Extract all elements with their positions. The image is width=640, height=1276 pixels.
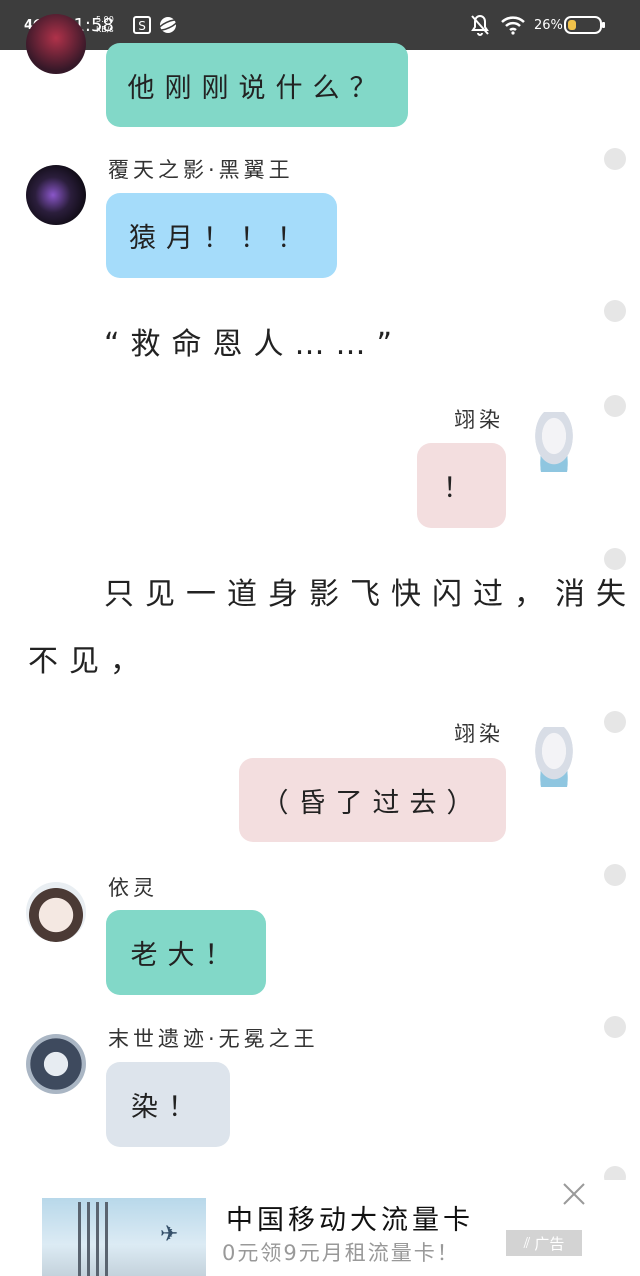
message-bubble[interactable]: （昏了过去） (239, 758, 506, 842)
select-dot[interactable] (604, 300, 626, 322)
battery-icon (564, 0, 605, 50)
message-bubble[interactable]: 猿月！！！ (106, 193, 337, 278)
avatar[interactable] (26, 1034, 86, 1094)
network-speed-value: 5.90 (96, 15, 114, 24)
ad-banner[interactable]: ✈ 中国移动大流量卡 0元领9元月租流量卡！ ⫽ 广告 (0, 1180, 640, 1276)
narration-text: “救命恩人……” (104, 327, 404, 362)
airplane-icon: ✈ (160, 1222, 179, 1247)
sender-name: 末世遗迹·无冕之王 (108, 1027, 319, 1051)
bell-off-icon (470, 0, 490, 50)
avatar[interactable] (26, 14, 86, 74)
select-dot[interactable] (604, 711, 626, 733)
close-icon[interactable] (560, 1180, 588, 1214)
ad-badge-logo-icon: ⫽ (523, 1234, 531, 1252)
sender-name: 覆天之影·黑翼王 (108, 158, 294, 182)
ad-title[interactable]: 中国移动大流量卡 (226, 1198, 474, 1237)
ad-badge-label: 广告 (534, 1234, 565, 1253)
sender-name: 翊染 (454, 722, 504, 746)
message-bubble[interactable]: 他刚刚说什么？ (106, 43, 408, 127)
select-dot[interactable] (604, 864, 626, 886)
svg-text:S: S (138, 19, 146, 33)
tower-graphic (78, 1202, 110, 1276)
select-dot[interactable] (604, 548, 626, 570)
ad-image[interactable]: ✈ (42, 1198, 206, 1276)
avatar[interactable] (530, 412, 578, 472)
message-bubble[interactable]: ！ (417, 443, 506, 528)
narration-text: 不见， (28, 644, 151, 679)
avatar[interactable] (26, 165, 86, 225)
sender-name: 依灵 (108, 876, 158, 900)
avatar[interactable] (26, 882, 86, 942)
message-bubble[interactable]: 老大！ (106, 910, 266, 995)
wifi-icon (500, 0, 526, 50)
message-bubble[interactable]: 染！ (106, 1062, 230, 1147)
ad-badge: ⫽ 广告 (506, 1230, 582, 1256)
sender-name: 翊染 (454, 408, 504, 432)
select-dot[interactable] (604, 148, 626, 170)
avatar[interactable] (530, 727, 578, 787)
battery-percent: 26% (534, 17, 563, 33)
network-speed-unit: KB/s (96, 25, 114, 34)
select-dot[interactable] (604, 1016, 626, 1038)
ad-subtitle[interactable]: 0元领9元月租流量卡！ (222, 1237, 460, 1267)
battery-fill (568, 20, 576, 30)
network-speed: 5.90 KB/s (96, 0, 114, 50)
select-dot[interactable] (604, 395, 626, 417)
narration-text: 只见一道身影飞快闪过，消失 (104, 577, 637, 612)
